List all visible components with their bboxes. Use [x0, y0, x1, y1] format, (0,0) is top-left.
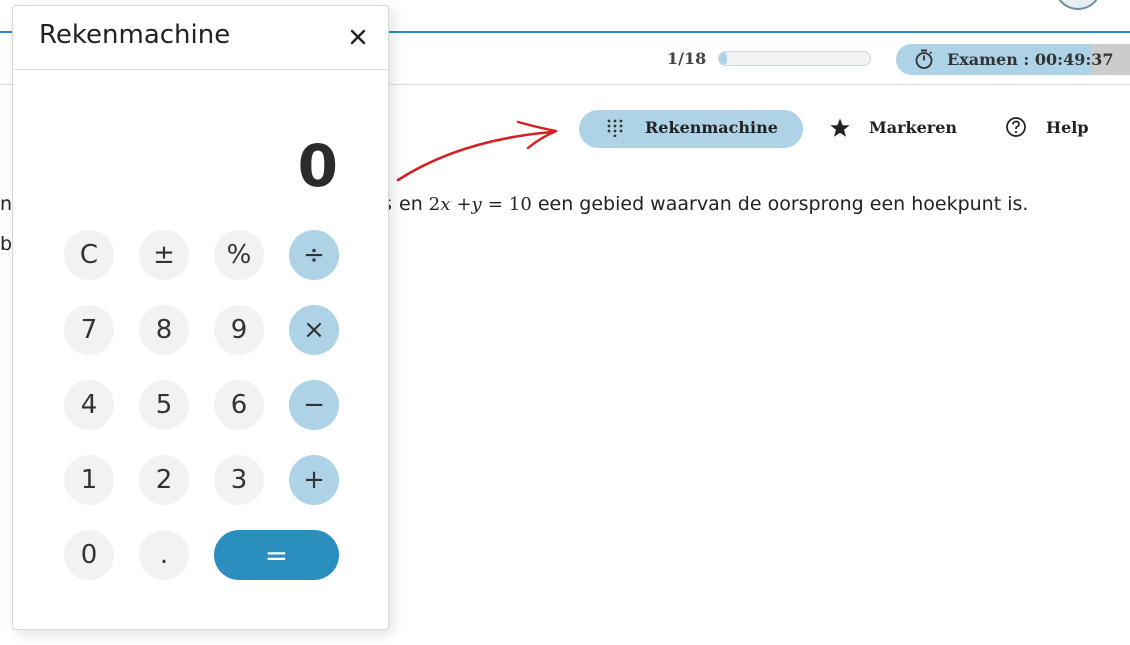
question-progress-label: 1/18: [667, 49, 707, 68]
key-8[interactable]: 8: [139, 305, 189, 355]
key-multiply[interactable]: ×: [289, 305, 339, 355]
stopwatch-icon: [915, 49, 933, 69]
key-minus[interactable]: −: [289, 380, 339, 430]
help-icon[interactable]: [1005, 116, 1027, 138]
star-icon[interactable]: [829, 117, 851, 139]
calculator-panel: Rekenmachine 0 C ± % ÷ 7 8 9 × 4 5 6 − 1…: [12, 5, 389, 630]
key-2[interactable]: 2: [139, 455, 189, 505]
key-9[interactable]: 9: [214, 305, 264, 355]
calculator-display: 0: [297, 132, 338, 200]
question-text-fragment-left-2: b: [0, 233, 13, 255]
key-decimal[interactable]: .: [139, 530, 189, 580]
calculator-button-label: Rekenmachine: [645, 118, 778, 137]
question-text-fragment-left: n: [0, 193, 13, 215]
question-text: en 2x +y = 10 een gebied waarvan de oors…: [399, 193, 1028, 215]
key-divide[interactable]: ÷: [289, 230, 339, 280]
timer-text: Examen : 00:49:37: [947, 50, 1114, 69]
key-3[interactable]: 3: [214, 455, 264, 505]
calculator-header: Rekenmachine: [13, 6, 388, 70]
key-equals[interactable]: =: [214, 530, 339, 580]
calculator-title: Rekenmachine: [39, 20, 231, 50]
math-equals: =: [487, 194, 503, 215]
key-1[interactable]: 1: [64, 455, 114, 505]
math-rhs: 10: [508, 194, 532, 215]
key-7[interactable]: 7: [64, 305, 114, 355]
key-plus[interactable]: +: [289, 455, 339, 505]
calculator-button[interactable]: Rekenmachine: [579, 110, 803, 148]
question-tail: een gebied waarvan de oorsprong een hoek…: [537, 193, 1029, 215]
key-sign[interactable]: ±: [139, 230, 189, 280]
close-icon[interactable]: [349, 28, 367, 46]
help-button-label[interactable]: Help: [1046, 118, 1089, 137]
key-6[interactable]: 6: [214, 380, 264, 430]
exam-timer: Examen : 00:49:37: [896, 44, 1130, 75]
math-coefficient: 2: [428, 194, 441, 215]
top-nav-link-fragment[interactable]: [835, 0, 845, 4]
question-progress-fill: [719, 52, 728, 65]
math-plus: +: [456, 194, 472, 215]
question-progress-bar: [718, 51, 871, 66]
key-5[interactable]: 5: [139, 380, 189, 430]
keypad-icon: [607, 119, 623, 137]
avatar[interactable]: [1054, 0, 1102, 10]
key-0[interactable]: 0: [64, 530, 114, 580]
annotation-arrow: [396, 120, 558, 182]
question-word-en: en: [399, 193, 423, 215]
key-4[interactable]: 4: [64, 380, 114, 430]
mark-button-label[interactable]: Markeren: [869, 118, 957, 137]
key-percent[interactable]: %: [214, 230, 264, 280]
key-clear[interactable]: C: [64, 230, 114, 280]
math-var-y: y: [471, 194, 482, 215]
math-var-x: x: [440, 194, 451, 215]
